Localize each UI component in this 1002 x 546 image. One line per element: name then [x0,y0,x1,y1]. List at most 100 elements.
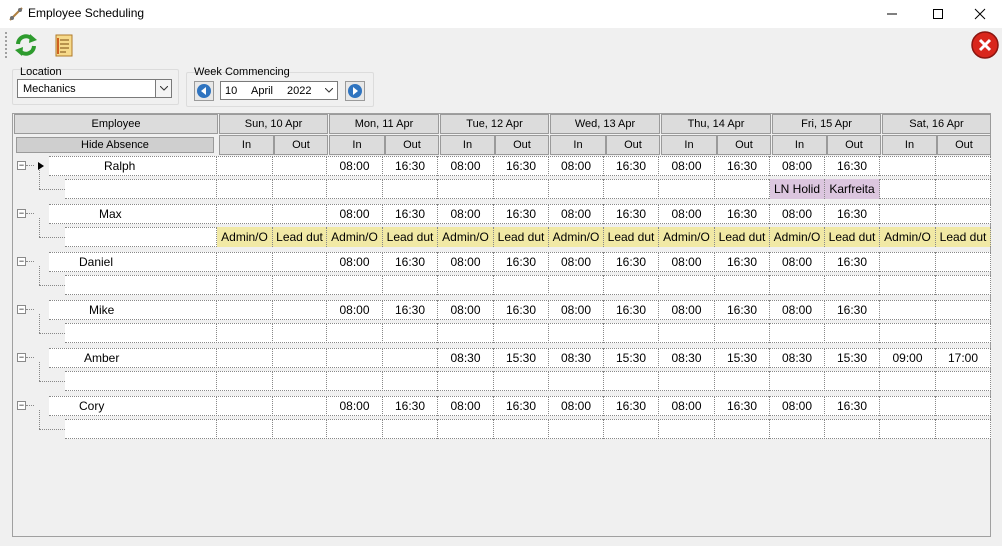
schedule-grid[interactable]: Employee Hide Absence Sun, 10 Apr In Out Mon,… [12,113,991,537]
employee-header[interactable]: Employee [14,114,218,134]
absence-cell[interactable] [604,323,659,343]
hide-absence-button[interactable]: Hide Absence [16,137,214,153]
time-cell[interactable]: 08:00 [659,204,715,224]
time-cell[interactable]: 08:00 [327,300,383,320]
absence-cell[interactable] [383,179,438,199]
time-cell[interactable] [273,204,327,224]
absence-cell[interactable] [715,179,770,199]
absence-cell[interactable]: Admin/O [327,227,383,247]
absence-cell[interactable] [494,323,549,343]
absence-cell[interactable] [549,179,604,199]
absence-cell[interactable] [936,371,991,391]
absence-cell[interactable]: Karfreita [825,179,880,199]
absence-cell[interactable] [880,371,936,391]
absence-cell[interactable] [825,371,880,391]
employee-name[interactable]: Ralph [49,156,217,176]
absence-name-cell[interactable] [65,371,217,391]
absence-cell[interactable] [936,179,991,199]
row-selector-icon[interactable] [35,156,47,176]
time-cell[interactable]: 16:30 [494,396,549,416]
time-cell[interactable]: 08:00 [770,156,825,176]
time-cell[interactable] [217,252,273,272]
time-cell[interactable]: 15:30 [825,348,880,368]
time-cell[interactable] [217,156,273,176]
time-cell[interactable]: 08:00 [549,156,604,176]
absence-cell[interactable] [936,275,991,295]
absence-cell[interactable] [327,419,383,439]
absence-cell[interactable] [880,419,936,439]
absence-cell[interactable]: Admin/O [659,227,715,247]
absence-cell[interactable] [273,371,327,391]
time-cell[interactable]: 16:30 [604,204,659,224]
time-cell[interactable] [880,300,936,320]
absence-name-cell[interactable] [65,227,217,247]
time-cell[interactable]: 16:30 [715,396,770,416]
time-cell[interactable]: 16:30 [825,300,880,320]
time-cell[interactable] [880,204,936,224]
time-cell[interactable] [217,396,273,416]
absence-cell[interactable] [273,323,327,343]
absence-cell[interactable] [494,275,549,295]
time-cell[interactable] [383,348,438,368]
time-cell[interactable]: 16:30 [604,156,659,176]
absence-cell[interactable]: Admin/O [770,227,825,247]
absence-cell[interactable] [273,275,327,295]
time-cell[interactable] [273,396,327,416]
time-cell[interactable]: 16:30 [494,204,549,224]
absence-name-cell[interactable] [65,419,217,439]
time-cell[interactable]: 16:30 [383,156,438,176]
time-cell[interactable]: 16:30 [715,300,770,320]
absence-cell[interactable]: Admin/O [438,227,494,247]
time-cell[interactable] [880,156,936,176]
absence-cell[interactable] [880,323,936,343]
absence-name-cell[interactable] [65,323,217,343]
time-cell[interactable]: 15:30 [494,348,549,368]
time-cell[interactable]: 08:00 [549,204,604,224]
absence-cell[interactable] [770,419,825,439]
time-cell[interactable]: 08:00 [438,156,494,176]
absence-cell[interactable] [604,275,659,295]
time-cell[interactable]: 08:00 [327,204,383,224]
absence-cell[interactable] [936,419,991,439]
absence-cell[interactable] [604,179,659,199]
time-cell[interactable]: 08:30 [549,348,604,368]
absence-cell[interactable]: Lead dut [383,227,438,247]
time-cell[interactable]: 08:30 [659,348,715,368]
absence-cell[interactable]: Admin/O [549,227,604,247]
collapse-icon[interactable]: − [17,401,26,410]
time-cell[interactable]: 08:00 [327,252,383,272]
time-cell[interactable]: 08:30 [770,348,825,368]
time-cell[interactable]: 08:00 [327,156,383,176]
time-cell[interactable]: 08:00 [549,300,604,320]
absence-cell[interactable] [217,419,273,439]
time-cell[interactable] [327,348,383,368]
time-cell[interactable]: 16:30 [825,204,880,224]
time-cell[interactable]: 16:30 [383,396,438,416]
time-cell[interactable] [273,300,327,320]
time-cell[interactable]: 16:30 [383,300,438,320]
time-cell[interactable]: 08:00 [659,300,715,320]
time-cell[interactable] [273,348,327,368]
absence-cell[interactable]: LN Holid [770,179,825,199]
employee-name[interactable]: Cory [49,396,217,416]
time-cell[interactable]: 16:30 [825,156,880,176]
absence-cell[interactable] [438,323,494,343]
absence-cell[interactable] [659,323,715,343]
time-cell[interactable]: 08:00 [549,396,604,416]
absence-cell[interactable]: Lead dut [604,227,659,247]
collapse-icon[interactable]: − [17,209,26,218]
time-cell[interactable]: 08:00 [659,252,715,272]
time-cell[interactable]: 08:00 [327,396,383,416]
absence-cell[interactable] [327,323,383,343]
time-cell[interactable]: 16:30 [604,300,659,320]
time-cell[interactable] [936,156,991,176]
collapse-icon[interactable]: − [17,353,26,362]
absence-cell[interactable]: Admin/O [217,227,273,247]
collapse-icon[interactable]: − [17,305,26,314]
absence-cell[interactable] [383,275,438,295]
time-cell[interactable] [936,204,991,224]
time-cell[interactable]: 08:00 [770,300,825,320]
absence-cell[interactable] [825,419,880,439]
absence-cell[interactable] [659,371,715,391]
absence-cell[interactable] [383,371,438,391]
